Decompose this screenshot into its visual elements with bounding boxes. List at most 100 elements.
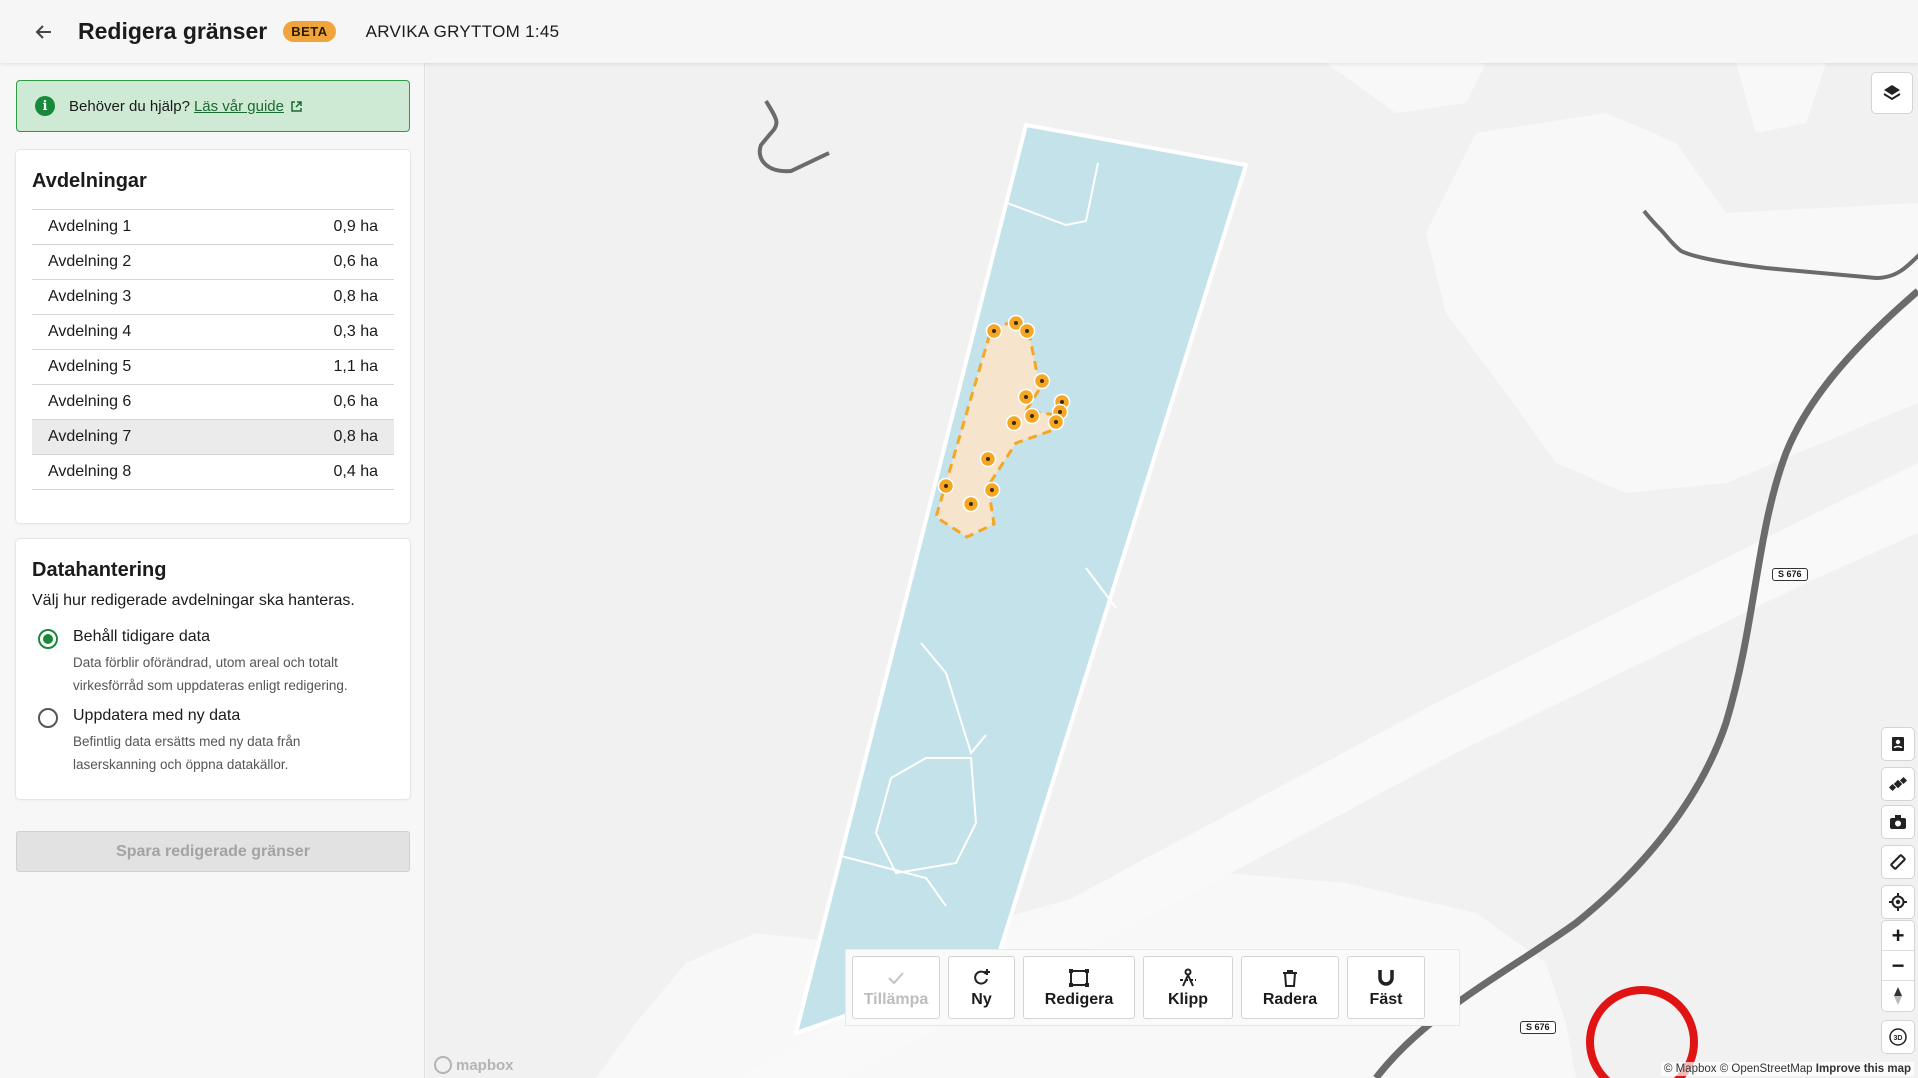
cut-button[interactable]: Klipp bbox=[1143, 956, 1233, 1019]
check-icon bbox=[888, 971, 904, 984]
new-polygon-icon bbox=[973, 968, 990, 985]
back-button[interactable] bbox=[24, 12, 64, 52]
option-keep-data[interactable]: Behåll tidigare data Data förblir oförän… bbox=[32, 628, 394, 697]
cut-label: Klipp bbox=[1168, 990, 1208, 1008]
avdelning-row-8[interactable]: Avdelning 8 0,4 ha bbox=[32, 455, 394, 490]
avdelning-area: 1,1 ha bbox=[333, 358, 378, 375]
option-sub: Data förblir oförändrad, utom areal och … bbox=[73, 655, 338, 670]
avdelning-row-3[interactable]: Avdelning 3 0,8 ha bbox=[32, 280, 394, 315]
map-attribution[interactable]: © Mapbox © OpenStreetMap Improve this ma… bbox=[1660, 1062, 1914, 1076]
satellite-button[interactable] bbox=[1882, 768, 1914, 800]
edit-button[interactable]: Redigera bbox=[1023, 956, 1135, 1019]
road-shield: S 676 bbox=[1772, 568, 1808, 581]
avdelning-area: 0,3 ha bbox=[333, 323, 378, 340]
snap-button[interactable]: Fäst bbox=[1347, 956, 1425, 1019]
avdelning-row-1[interactable]: Avdelning 1 0,9 ha bbox=[32, 210, 394, 245]
edit-vertex-dot bbox=[1012, 421, 1016, 425]
map-canvas[interactable] bbox=[426, 63, 1918, 1078]
contacts-icon bbox=[1892, 737, 1904, 751]
avdelning-name: Avdelning 1 bbox=[48, 218, 132, 235]
edit-vertex-dot bbox=[990, 488, 994, 492]
option-title: Uppdatera med ny data bbox=[73, 707, 241, 724]
avdelning-area: 0,6 ha bbox=[333, 253, 378, 270]
radio-keep-data[interactable] bbox=[38, 629, 58, 649]
avdelning-area: 0,9 ha bbox=[333, 218, 378, 235]
zoom-out-button[interactable]: − bbox=[1882, 951, 1914, 981]
zoom-out-icon: − bbox=[1891, 952, 1905, 978]
new-label: Ny bbox=[971, 990, 992, 1008]
page-title: Redigera gränser bbox=[78, 18, 268, 44]
map-view[interactable]: S 676 S 676 + − 3D Tillämpa Ny Redigera … bbox=[426, 63, 1918, 1078]
edit-toolbar: Tillämpa Ny Redigera Klipp Radera Fäst bbox=[846, 950, 1459, 1025]
edit-polygon-icon bbox=[1069, 968, 1089, 987]
delete-button[interactable]: Radera bbox=[1241, 956, 1339, 1019]
avdelningar-title: Avdelningar bbox=[32, 170, 147, 192]
edit-vertex-dot bbox=[1014, 321, 1018, 325]
satellite-icon bbox=[1889, 776, 1907, 792]
avdelning-name: Avdelning 7 bbox=[48, 428, 132, 445]
camera-icon bbox=[1890, 815, 1906, 829]
sidebar: i Behöver du hjälp? Läs vår guide Avdeln… bbox=[0, 63, 425, 1078]
edit-vertex-dot bbox=[1040, 379, 1044, 383]
option-title: Behåll tidigare data bbox=[73, 628, 210, 645]
trash-icon bbox=[1283, 969, 1297, 987]
road-shield: S 676 bbox=[1520, 1021, 1556, 1034]
edit-vertex-dot bbox=[1030, 414, 1034, 418]
improve-map-link[interactable]: Improve this map bbox=[1816, 1063, 1911, 1075]
external-link-icon[interactable] bbox=[290, 100, 303, 113]
ruler-icon bbox=[1890, 854, 1906, 870]
avdelning-row-7[interactable]: Avdelning 7 0,8 ha bbox=[32, 420, 394, 455]
avdelning-row-2[interactable]: Avdelning 2 0,6 ha bbox=[32, 245, 394, 280]
edit-vertex-dot bbox=[1058, 410, 1062, 414]
compass-button[interactable] bbox=[1882, 981, 1914, 1011]
avdelningar-list: Avdelning 1 0,9 ha Avdelning 2 0,6 ha Avde… bbox=[32, 209, 394, 490]
avdelning-row-5[interactable]: Avdelning 5 1,1 ha bbox=[32, 350, 394, 385]
avdelning-area: 0,8 ha bbox=[333, 428, 378, 445]
option-update-data[interactable]: Uppdatera med ny data Befintlig data ers… bbox=[32, 707, 394, 776]
datahantering-title: Datahantering bbox=[32, 559, 167, 581]
apply-label: Tillämpa bbox=[863, 990, 929, 1008]
3d-button[interactable]: 3D bbox=[1882, 1021, 1914, 1053]
save-boundaries-button[interactable]: Spara redigerade gränser bbox=[16, 831, 410, 872]
edit-vertex-dot bbox=[944, 484, 948, 488]
avdelning-row-4[interactable]: Avdelning 4 0,3 ha bbox=[32, 315, 394, 350]
svg-text:3D: 3D bbox=[1894, 1035, 1903, 1042]
avdelning-name: Avdelning 3 bbox=[48, 288, 132, 305]
help-banner: i Behöver du hjälp? Läs vår guide bbox=[16, 80, 410, 132]
layers-icon bbox=[1883, 85, 1901, 101]
snap-label: Fäst bbox=[1369, 990, 1403, 1008]
new-button[interactable]: Ny bbox=[948, 956, 1015, 1019]
datahantering-card: Datahantering Välj hur redigerade avdeln… bbox=[16, 539, 410, 799]
radio-update-data[interactable] bbox=[38, 708, 58, 728]
measure-button[interactable] bbox=[1882, 846, 1914, 878]
avdelning-row-6[interactable]: Avdelning 6 0,6 ha bbox=[32, 385, 394, 420]
avdelning-name: Avdelning 6 bbox=[48, 393, 132, 410]
magnet-icon bbox=[1378, 969, 1394, 986]
back-arrow-icon bbox=[35, 24, 51, 39]
edit-vertex-dot bbox=[1060, 400, 1064, 404]
contacts-button[interactable] bbox=[1882, 728, 1914, 760]
option-sub: laserskanning och öppna datakällor. bbox=[73, 757, 289, 772]
edit-label: Redigera bbox=[1044, 990, 1114, 1008]
zoom-in-icon: + bbox=[1891, 922, 1905, 948]
layers-button[interactable] bbox=[1872, 73, 1912, 113]
option-sub: Befintlig data ersätts med ny data från bbox=[73, 734, 301, 749]
option-sub: virkesförråd som uppdateras enligt redig… bbox=[73, 678, 348, 693]
top-bar: Redigera gränser BETA ARVIKA GRYTTOM 1:4… bbox=[0, 0, 1918, 63]
guide-link[interactable]: Läs vår guide bbox=[194, 98, 284, 115]
mapbox-logo[interactable]: mapbox bbox=[434, 1056, 514, 1074]
cut-icon bbox=[1180, 968, 1196, 986]
edit-vertex-dot bbox=[969, 502, 973, 506]
help-text: Behöver du hjälp? bbox=[69, 97, 190, 115]
delete-label: Radera bbox=[1262, 990, 1318, 1008]
locate-button[interactable] bbox=[1882, 886, 1914, 918]
zoom-controls: + − bbox=[1882, 921, 1914, 1011]
zoom-in-button[interactable]: + bbox=[1882, 921, 1914, 951]
camera-button[interactable] bbox=[1882, 806, 1914, 838]
property-name: ARVIKA GRYTTOM 1:45 bbox=[365, 21, 560, 41]
edit-vertex-dot bbox=[1024, 395, 1028, 399]
apply-button[interactable]: Tillämpa bbox=[852, 956, 940, 1019]
avdelning-name: Avdelning 2 bbox=[48, 253, 132, 270]
3d-icon: 3D bbox=[1889, 1028, 1907, 1046]
edit-vertex-dot bbox=[992, 329, 996, 333]
